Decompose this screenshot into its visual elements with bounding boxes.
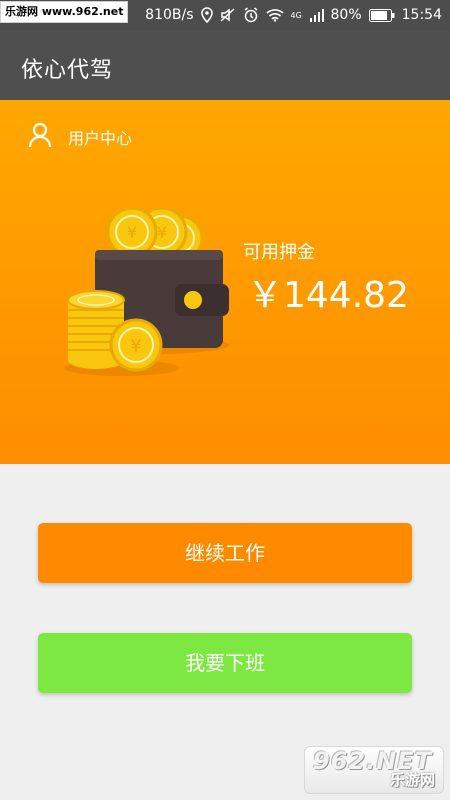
- location-icon: [200, 7, 213, 23]
- net-speed: 810B/s: [145, 7, 194, 23]
- mute-icon: [220, 7, 236, 23]
- network-type: 4G: [290, 10, 302, 20]
- signal-icon: [309, 8, 324, 22]
- battery-icon: [368, 8, 395, 22]
- status-bar: 乐游网 www.962.net 810B/s 4G 80% 15:54: [0, 0, 450, 30]
- wallet-illustration: ¥ ¥ ¥: [62, 206, 237, 380]
- user-center-label: 用户中心: [68, 129, 133, 148]
- wifi-icon: [265, 8, 284, 22]
- off-duty-button[interactable]: 我要下班: [38, 633, 412, 693]
- status-icons: 810B/s 4G 80% 15:54: [145, 0, 442, 30]
- user-icon: [28, 122, 52, 152]
- deposit-amount: ￥144.82: [247, 275, 409, 316]
- alarm-icon: [243, 7, 259, 23]
- app-bar: 依心代驾: [0, 30, 450, 100]
- clock: 15:54: [401, 7, 442, 23]
- svg-text:¥: ¥: [130, 336, 141, 357]
- battery-percent: 80%: [330, 7, 362, 23]
- watermark-top: 乐游网 www.962.net: [0, 1, 129, 23]
- balance-panel: 用户中心 ¥ ¥ ¥ 可用押金 ￥144.82: [0, 100, 450, 464]
- user-center-link[interactable]: 用户中心: [28, 122, 132, 152]
- continue-work-button[interactable]: 继续工作: [38, 523, 412, 583]
- app-title: 依心代驾: [21, 58, 114, 83]
- svg-text:¥: ¥: [157, 223, 167, 242]
- watermark-bottom: 962.NET 乐游网: [304, 746, 444, 794]
- deposit-label: 可用押金: [243, 242, 315, 263]
- svg-text:¥: ¥: [127, 223, 137, 242]
- watermark-text: 乐游网: [389, 771, 435, 789]
